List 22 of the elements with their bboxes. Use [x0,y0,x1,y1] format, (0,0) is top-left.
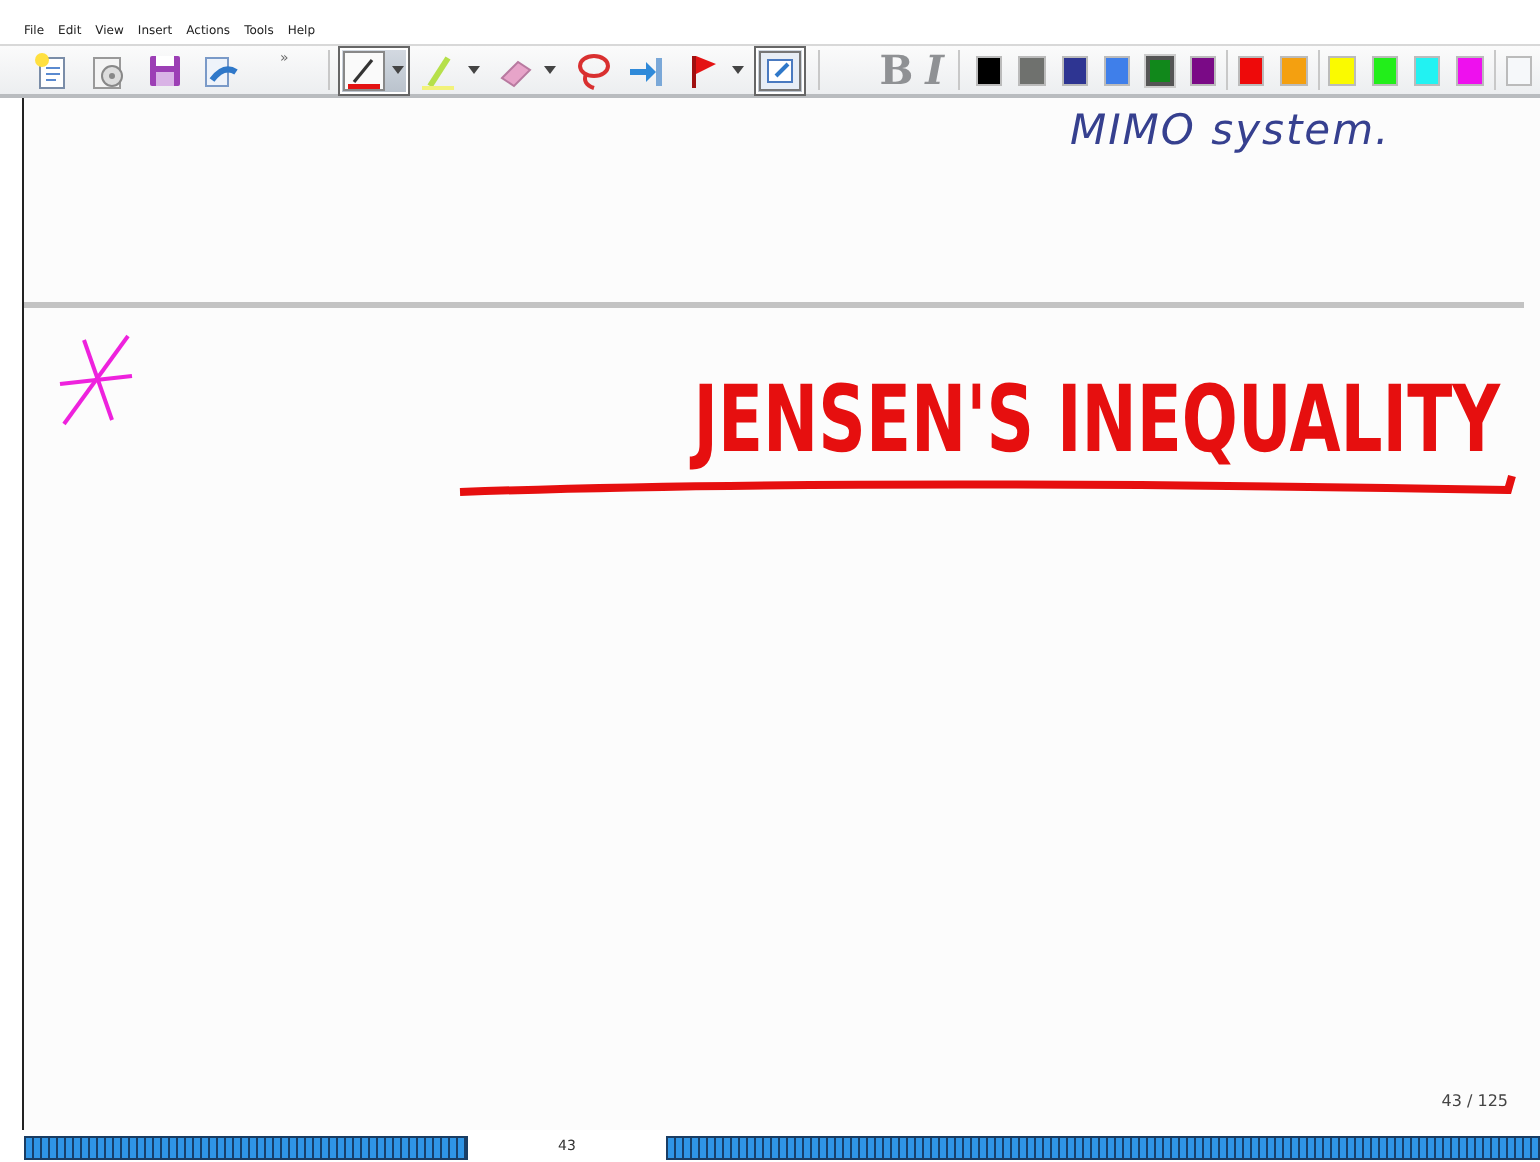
color-swatch[interactable] [1414,55,1441,85]
color-swatch[interactable] [1328,55,1356,85]
page-strip[interactable] [24,1136,468,1160]
pen-icon [342,49,387,91]
color-swatch[interactable] [1018,55,1045,85]
color-swatch[interactable] [975,55,1003,85]
handwritten-heading: JENSEN'S INEQUALITY [693,364,1500,474]
color-swatch[interactable] [1371,55,1399,85]
page-strip[interactable] [666,1136,1540,1160]
color-swatch[interactable] [1456,55,1484,85]
color-swatch[interactable] [1146,55,1174,85]
color-swatch[interactable] [1189,55,1217,85]
color-swatch[interactable] [1505,55,1532,85]
tool-button[interactable] [754,45,807,95]
tool-button[interactable] [338,45,411,95]
color-swatch[interactable] [1280,55,1308,85]
color-swatch[interactable] [1237,55,1265,85]
handwritten-note: MIMO system. [1070,106,1391,158]
page-counter: 43 / 125 [1441,1092,1508,1110]
color-swatch[interactable] [1061,55,1088,85]
color-swatch[interactable] [1103,55,1131,85]
selection-icon [758,49,803,91]
